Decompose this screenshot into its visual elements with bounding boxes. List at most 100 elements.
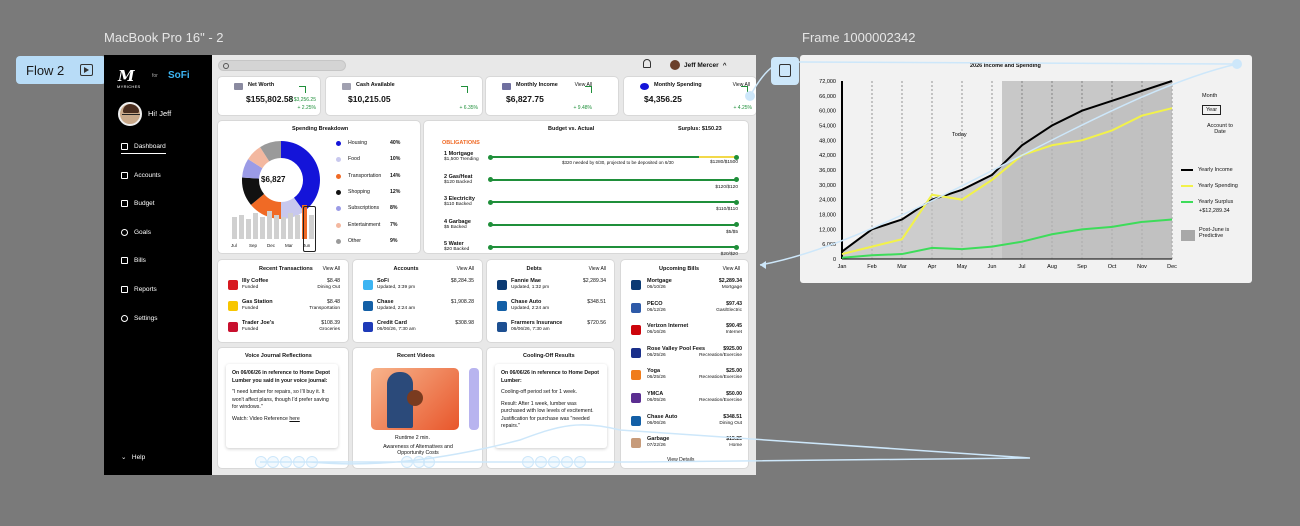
bell-icon[interactable]: [643, 59, 651, 68]
play-icon[interactable]: [80, 64, 94, 76]
trend-up-icon: [741, 86, 748, 93]
row-amount: $348.51: [587, 299, 606, 305]
connection-node[interactable]: [535, 456, 547, 468]
sidebar-item-dashboard[interactable]: Dashboard: [121, 143, 166, 154]
bill-amount: $50.00: [726, 391, 742, 397]
sidebar-item-bills[interactable]: Bills: [121, 257, 146, 265]
kpi-value: $4,356.25: [644, 94, 682, 104]
year-toggle[interactable]: Year: [1202, 105, 1222, 115]
sidebar-item-label: Reports: [134, 286, 157, 293]
x-tick-label: Nov: [1137, 264, 1147, 270]
view-all-link[interactable]: View All: [723, 266, 740, 272]
view-all-link[interactable]: View All: [457, 266, 474, 272]
card-title: Budget vs. Actual: [548, 126, 595, 132]
connection-node[interactable]: [280, 456, 292, 468]
y-tick-label: 24,000: [819, 198, 836, 204]
frame-label[interactable]: MacBook Pro 16" - 2: [104, 30, 224, 45]
reports-icon: [121, 286, 128, 293]
today-annotation: Today: [952, 132, 967, 138]
help-link[interactable]: ⌄ Help: [121, 453, 145, 461]
legend-dot: [336, 189, 341, 195]
connection-node[interactable]: [255, 456, 267, 468]
sidebar-item-budget[interactable]: Budget: [121, 200, 155, 208]
y-tick-label: 36,000: [819, 168, 836, 174]
flow-chip[interactable]: Flow 2: [16, 56, 106, 84]
view-details-link[interactable]: View Details: [667, 457, 694, 463]
legend-label: Yearly Income: [1198, 167, 1233, 173]
history-bar[interactable]: [288, 213, 293, 239]
sidebar-item-reports[interactable]: Reports: [121, 286, 157, 293]
networth-icon: [234, 83, 243, 90]
card-title: Recent Videos: [397, 353, 435, 359]
connection-node[interactable]: [267, 456, 279, 468]
progress-bar[interactable]: [490, 178, 736, 181]
view-all-link[interactable]: View All: [589, 266, 606, 272]
connection-node[interactable]: [574, 456, 586, 468]
kpi-card[interactable]: Monthly Spending $4,356.25 View All + 4.25%: [624, 77, 756, 115]
connection-node[interactable]: [548, 456, 560, 468]
budget-item-sub: $1,500 Trending: [444, 157, 479, 162]
dashboard-frame: M MYRICHES for SoFi Hi! Jeff Dashboard Ac…: [104, 55, 756, 475]
row-sub: Funded: [242, 285, 259, 290]
category-name: Transportation: [348, 172, 382, 179]
history-bar[interactable]: [267, 211, 272, 239]
video-reference-link[interactable]: here: [289, 416, 299, 422]
sidebar-item-settings[interactable]: Settings: [121, 314, 158, 322]
y-tick-label: 60,000: [819, 109, 836, 115]
category-pct: 8%: [390, 205, 398, 212]
connection-node[interactable]: [522, 456, 534, 468]
next-thumbnail[interactable]: [469, 368, 479, 430]
history-bar[interactable]: [253, 213, 258, 239]
row-amount: $8.48: [327, 278, 340, 284]
frame-label-chart[interactable]: Frame 1000002342: [802, 30, 915, 45]
progress-bar[interactable]: [490, 246, 736, 248]
kpi-card[interactable]: Cash Available $10,215.05 + 6.35%: [326, 77, 482, 115]
connection-node[interactable]: [401, 456, 413, 468]
connection-node[interactable]: [293, 456, 305, 468]
progress-bar[interactable]: [490, 201, 736, 203]
row-category: Transportation: [309, 306, 340, 311]
kpi-value: $155,802.58: [246, 94, 294, 104]
search-input[interactable]: [218, 60, 346, 71]
history-bar[interactable]: [232, 217, 237, 239]
kpi-card[interactable]: Monthly Income $6,827.75 View All + 9.48%: [486, 77, 618, 115]
row-name: Credit Card: [377, 320, 407, 326]
history-bar[interactable]: [295, 215, 300, 239]
surplus-total: +$12,289.34: [1199, 208, 1230, 214]
kpi-title: Net Worth: [248, 82, 275, 88]
history-bar[interactable]: [274, 215, 279, 239]
bill-date: 06/06/26: [647, 420, 666, 426]
sidebar-item-label: Dashboard: [134, 143, 166, 150]
y-tick-label: 72,000: [819, 79, 836, 85]
add-flow-button[interactable]: [771, 57, 799, 85]
cooling-result: Result: After 1 week, lumber was purchas…: [501, 400, 594, 430]
history-bar[interactable]: [246, 219, 251, 239]
sidebar-item-accounts[interactable]: Accounts: [121, 171, 161, 179]
view-all-link[interactable]: View All: [323, 266, 340, 272]
budget-amount: $120/$120: [715, 184, 738, 190]
video-caption: Awareness of Alternatives and Opportunit…: [383, 444, 453, 456]
sidebar-item-goals[interactable]: Goals: [121, 228, 151, 236]
row-sub: Updated, 2:24 am: [377, 306, 416, 311]
connection-node[interactable]: [561, 456, 573, 468]
user-menu[interactable]: Jeff Mercer ^: [670, 58, 752, 72]
progress-bar[interactable]: [490, 223, 736, 226]
donut-slice[interactable]: [281, 141, 320, 212]
history-bar[interactable]: [281, 217, 286, 239]
row-sub: Updated, 1:32 pm: [511, 285, 550, 290]
connection-node[interactable]: [423, 456, 435, 468]
connection-node[interactable]: [306, 456, 318, 468]
bill-date: 07/22/26: [647, 443, 666, 449]
kpi-card[interactable]: Net Worth $155,802.58 + $3,256.25 + 2.25%: [218, 77, 320, 115]
history-bar[interactable]: [260, 217, 265, 239]
progress-bar[interactable]: [490, 156, 700, 158]
row-amount: $720.56: [587, 320, 606, 326]
play-icon[interactable]: [407, 390, 423, 406]
avatar[interactable]: [118, 102, 142, 126]
partner-logo: SoFi: [168, 70, 190, 81]
sidebar-item-label: Settings: [134, 314, 158, 322]
topbar: Jeff Mercer ^: [212, 55, 756, 75]
history-bar[interactable]: [239, 215, 244, 239]
accounts-icon: [121, 171, 128, 179]
home-icon: [121, 143, 128, 150]
